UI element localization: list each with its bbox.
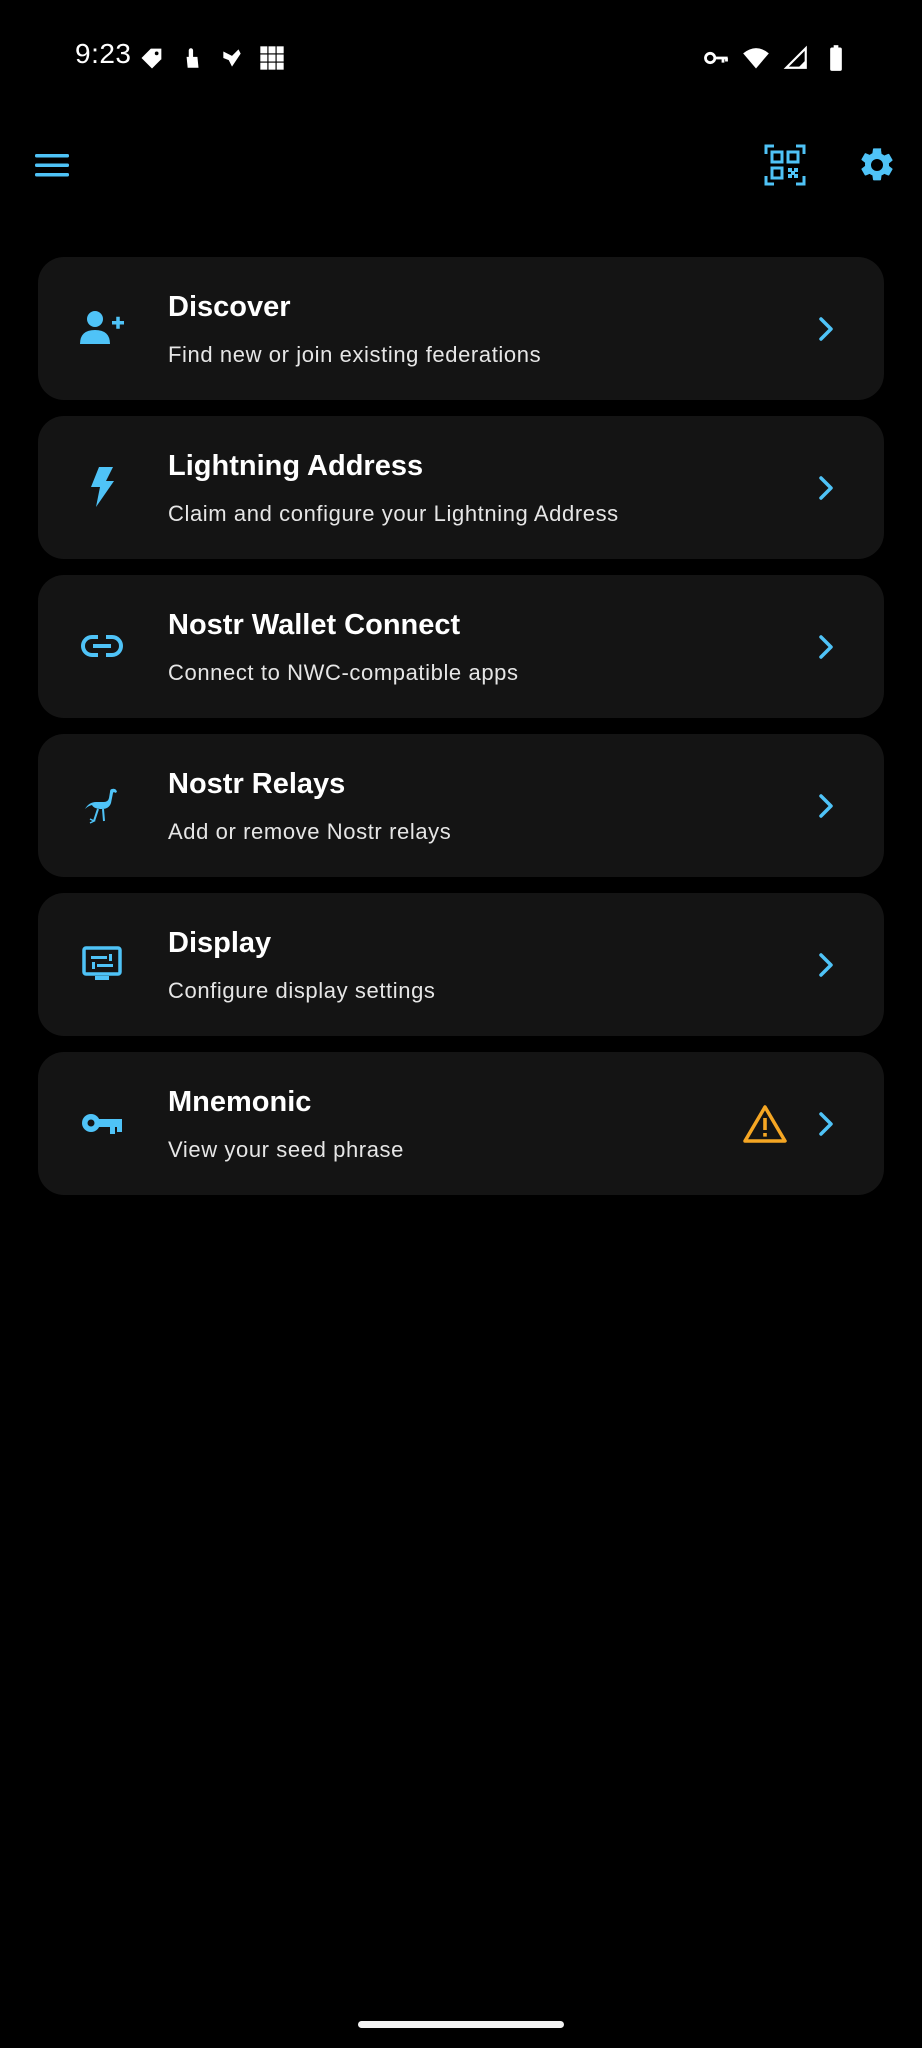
status-time: 9:23 [75,38,132,69]
signal-icon [780,42,812,74]
status-bar: 9:23 [0,0,922,115]
warning-icon [741,1102,789,1146]
menu-item-title: Display [168,927,272,959]
settings-menu-list: Discover Find new or join existing feder… [38,257,884,1211]
menu-button[interactable] [28,142,78,188]
touch-icon [176,42,208,74]
status-system-icons [700,42,852,74]
menu-item-display[interactable]: Display Configure display settings [38,893,884,1036]
menu-item-subtitle: Configure display settings [168,978,436,1003]
menu-item-title: Nostr Relays [168,768,346,800]
chevron-right-icon [806,945,846,985]
ostrich-icon [78,781,126,829]
key-icon [78,1099,126,1147]
menu-item-title: Lightning Address [168,450,424,482]
menu-item-mnemonic[interactable]: Mnemonic View your seed phrase [38,1052,884,1195]
status-notification-icons [136,42,288,74]
menu-item-subtitle: View your seed phrase [168,1137,404,1162]
qr-scan-icon [764,144,806,186]
home-indicator[interactable] [358,2021,564,2028]
chevron-right-icon [806,309,846,349]
settings-button[interactable] [852,140,902,190]
menu-item-subtitle: Find new or join existing federations [168,342,542,367]
menu-item-title: Nostr Wallet Connect [168,609,461,641]
menu-item-discover[interactable]: Discover Find new or join existing feder… [38,257,884,400]
tag-icon [136,42,168,74]
app-bar [0,130,922,200]
link-icon [78,622,126,670]
display-settings-icon [78,940,126,988]
battery-icon [820,42,852,74]
menu-item-subtitle: Claim and configure your Lightning Addre… [168,501,619,526]
menu-item-nostr-wallet-connect[interactable]: Nostr Wallet Connect Connect to NWC-comp… [38,575,884,718]
chevron-right-icon [806,786,846,826]
bolt-icon [78,463,126,511]
menu-item-lightning-address[interactable]: Lightning Address Claim and configure yo… [38,416,884,559]
menu-item-subtitle: Add or remove Nostr relays [168,819,452,844]
menu-item-nostr-relays[interactable]: Nostr Relays Add or remove Nostr relays [38,734,884,877]
hamburger-menu-icon [35,154,69,177]
menu-item-title: Mnemonic [168,1086,312,1118]
chevron-right-icon [806,627,846,667]
menu-item-subtitle: Connect to NWC-compatible apps [168,660,519,685]
grid-icon [256,42,288,74]
bird-icon [216,42,248,74]
menu-item-title: Discover [168,291,291,323]
person-add-icon [78,304,126,352]
scan-qr-button[interactable] [760,140,810,190]
gear-icon [861,148,893,181]
wifi-icon [740,42,772,74]
vpn-key-icon [700,42,732,74]
chevron-right-icon [806,468,846,508]
chevron-right-icon [806,1104,846,1144]
